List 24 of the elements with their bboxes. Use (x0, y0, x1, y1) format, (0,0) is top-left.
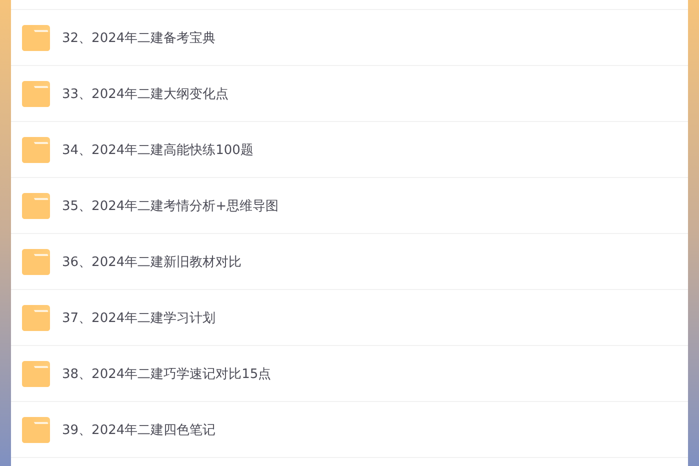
folder-name: 37、2024年二建学习计划 (62, 310, 216, 326)
folder-icon (22, 136, 50, 162)
folder-icon (22, 24, 50, 50)
folder-icon (22, 416, 50, 442)
folder-name: 35、2024年二建考情分析+思维导图 (62, 198, 279, 214)
folder-row[interactable]: 37、2024年二建学习计划 (11, 290, 688, 346)
folder-name: 34、2024年二建高能快练100题 (62, 142, 254, 158)
folder-icon (22, 80, 50, 106)
folder-name: 33、2024年二建大纲变化点 (62, 86, 229, 102)
folder-row[interactable]: 34、2024年二建高能快练100题 (11, 122, 688, 178)
folder-name: 32、2024年二建备考宝典 (62, 30, 216, 46)
folder-row[interactable]: 39、2024年二建四色笔记 (11, 402, 688, 458)
folder-name: 36、2024年二建新旧教材对比 (62, 254, 242, 270)
folder-row[interactable]: 33、2024年二建大纲变化点 (11, 66, 688, 122)
folder-name: 38、2024年二建巧学速记对比15点 (62, 366, 272, 382)
folder-row[interactable]: 38、2024年二建巧学速记对比15点 (11, 346, 688, 402)
folder-name: 39、2024年二建四色笔记 (62, 422, 216, 438)
folder-icon (22, 360, 50, 386)
folder-icon (22, 304, 50, 330)
folder-icon (22, 248, 50, 274)
folder-row[interactable]: 32、2024年二建备考宝典 (11, 10, 688, 66)
folder-row[interactable]: 36、2024年二建新旧教材对比 (11, 234, 688, 290)
folder-icon (22, 192, 50, 218)
folder-row[interactable]: 35、2024年二建考情分析+思维导图 (11, 178, 688, 234)
